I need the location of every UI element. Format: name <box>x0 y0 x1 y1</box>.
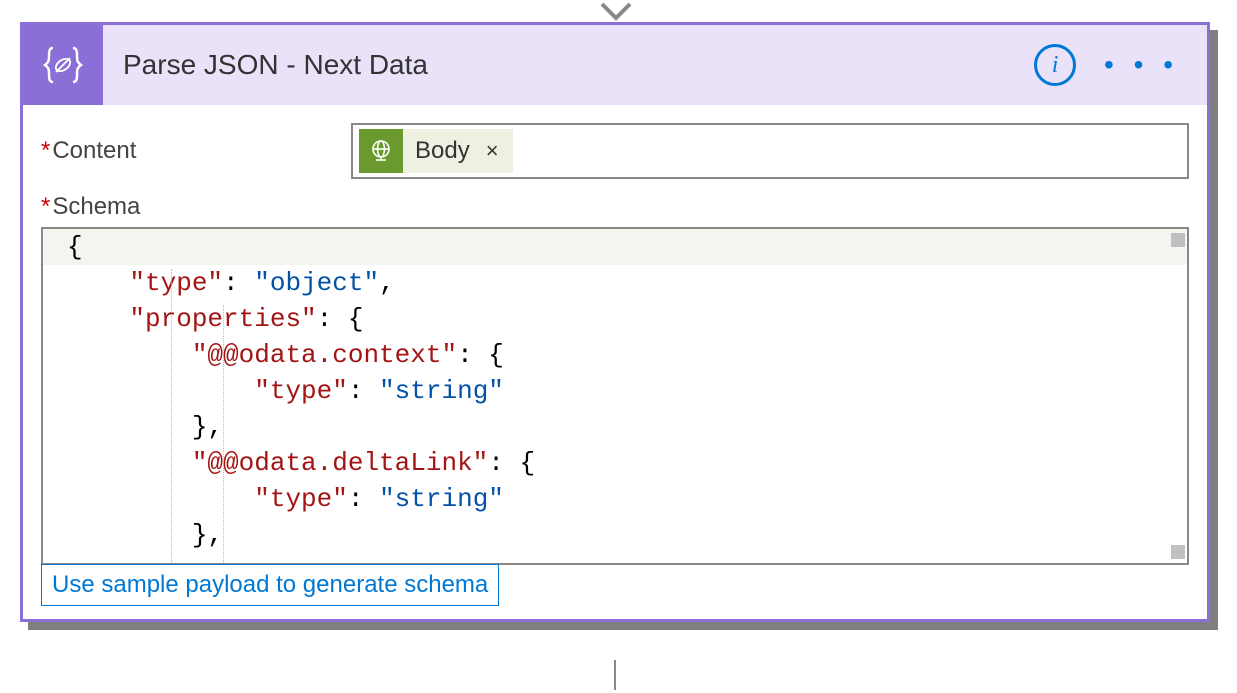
more-menu-icon[interactable]: • • • <box>1104 49 1179 81</box>
code-block: "type": "object", "properties": { "@@oda… <box>43 265 1187 553</box>
indent-guide <box>223 305 224 565</box>
content-field-row: *Content Body × <box>41 123 1189 179</box>
schema-label: *Schema <box>41 193 1189 221</box>
info-icon[interactable]: i <box>1034 44 1076 86</box>
token-remove-icon[interactable]: × <box>482 138 513 164</box>
connector-line-bottom <box>614 660 616 690</box>
content-label: *Content <box>41 137 351 165</box>
required-asterisk: * <box>41 193 50 220</box>
content-input[interactable]: Body × <box>351 123 1189 179</box>
parse-json-icon <box>23 25 103 105</box>
code-line: { <box>43 229 1187 265</box>
token-label: Body <box>403 137 482 165</box>
parse-json-card: Parse JSON - Next Data i • • • *Content <box>20 22 1210 622</box>
card-title: Parse JSON - Next Data <box>103 49 1034 81</box>
schema-editor[interactable]: { "type": "object", "properties": { "@@o… <box>41 227 1189 565</box>
required-asterisk: * <box>41 137 50 164</box>
body-token[interactable]: Body × <box>359 129 513 173</box>
card-header[interactable]: Parse JSON - Next Data i • • • <box>23 25 1207 105</box>
scrollbar-thumb-top[interactable] <box>1171 233 1185 247</box>
card-body: *Content Body × <box>23 105 1207 619</box>
generate-schema-link[interactable]: Use sample payload to generate schema <box>41 564 499 606</box>
scrollbar-thumb-bottom[interactable] <box>1171 545 1185 559</box>
indent-guide <box>171 269 172 565</box>
globe-icon <box>359 129 403 173</box>
